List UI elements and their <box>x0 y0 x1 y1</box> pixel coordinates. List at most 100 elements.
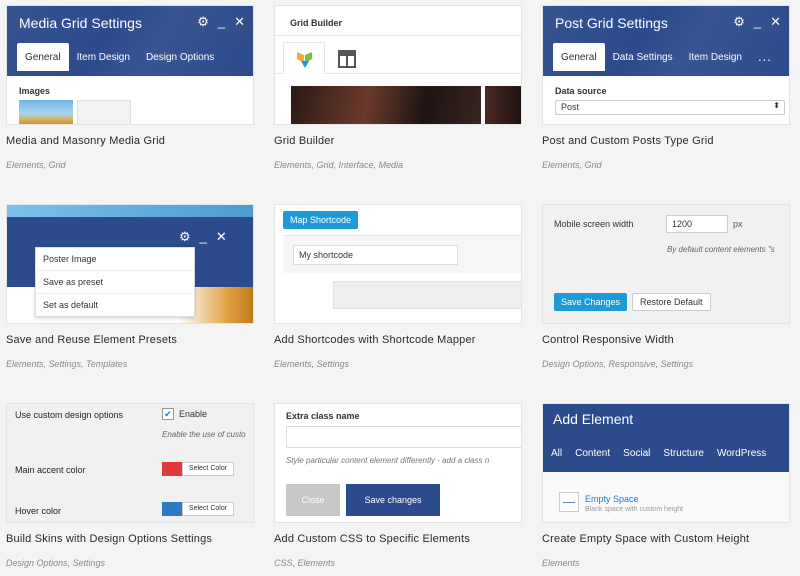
minimize-icon[interactable]: _ <box>218 15 225 29</box>
card-element-presets[interactable]: ⚙ _ ✕ Poster Image Save as preset Set as… <box>6 204 254 369</box>
accent-color-swatch[interactable] <box>162 462 182 476</box>
grid-image <box>485 86 521 124</box>
image-thumbnail[interactable] <box>19 100 73 124</box>
card-thumbnail[interactable]: Post Grid Settings ⚙ _ ✕ General Data Se… <box>542 5 790 125</box>
enable-checkbox[interactable]: ✔ <box>162 408 174 420</box>
card-tags: Elements, Grid <box>542 160 602 170</box>
tab-structure[interactable]: Structure <box>663 448 704 459</box>
card-thumbnail[interactable]: Media Grid Settings ⚙ _ ✕ General Item D… <box>6 5 254 125</box>
save-changes-button[interactable]: Save Changes <box>554 293 628 311</box>
card-thumbnail[interactable]: ⚙ _ ✕ Poster Image Save as preset Set as… <box>6 204 254 324</box>
enable-label: Enable <box>179 409 208 419</box>
select-arrows-icon: ⬍ <box>773 101 780 110</box>
mobile-width-input[interactable]: 1200 <box>666 215 728 233</box>
card-tags: Elements, Settings <box>274 359 350 369</box>
menu-item-poster-image[interactable]: Poster Image <box>36 248 194 271</box>
map-shortcode-button[interactable]: Map Shortcode <box>283 211 359 229</box>
card-title[interactable]: Control Responsive Width <box>542 334 790 346</box>
card-responsive-width[interactable]: Mobile screen width 1200 px By default c… <box>542 204 790 369</box>
gear-icon[interactable]: ⚙ <box>197 15 209 29</box>
hover-color-swatch[interactable] <box>162 502 182 516</box>
card-thumbnail[interactable]: Grid Builder <box>274 5 522 125</box>
tab-all[interactable]: All <box>551 448 562 459</box>
panel-tabs: General Item Design Design Options <box>17 43 222 71</box>
card-tags: Elements, Grid <box>6 160 66 170</box>
field-description: Style particular content element differe… <box>286 456 490 465</box>
more-tabs-icon[interactable]: ... <box>750 43 780 71</box>
card-title[interactable]: Build Skins with Design Options Settings <box>6 533 254 545</box>
close-button[interactable]: Close <box>286 484 340 516</box>
element-name[interactable]: Empty Space <box>585 494 639 504</box>
feature-grid: Media Grid Settings ⚙ _ ✕ General Item D… <box>0 0 800 576</box>
card-post-grid[interactable]: Post Grid Settings ⚙ _ ✕ General Data Se… <box>542 5 790 170</box>
card-title[interactable]: Add Custom CSS to Specific Elements <box>274 533 522 545</box>
card-custom-css[interactable]: Extra class name Style particular conten… <box>274 403 522 568</box>
panel-title: Add Element <box>553 411 634 427</box>
element-description: Blank space with custom height <box>585 506 684 513</box>
data-source-select[interactable]: Post ⬍ <box>555 100 785 115</box>
card-tags: Elements <box>542 558 580 568</box>
tab-general[interactable]: General <box>17 43 69 71</box>
card-thumbnail[interactable]: Use custom design options ✔ Enable Enabl… <box>6 403 254 523</box>
save-changes-button[interactable]: Save changes <box>346 484 440 516</box>
shortcode-name-input[interactable]: My shortcode <box>293 245 458 265</box>
card-empty-space[interactable]: Add Element All Content Social Structure… <box>542 403 790 568</box>
card-thumbnail[interactable]: Extra class name Style particular conten… <box>274 403 522 523</box>
menu-item-set-default[interactable]: Set as default <box>36 294 194 316</box>
unit-label: px <box>733 219 743 229</box>
panel-title: Media Grid Settings <box>19 15 142 31</box>
card-title[interactable]: Media and Masonry Media Grid <box>6 135 254 147</box>
accent-select-color-button[interactable]: Select Color <box>182 462 234 476</box>
hover-select-color-button[interactable]: Select Color <box>182 502 234 516</box>
card-design-skins[interactable]: Use custom design options ✔ Enable Enabl… <box>6 403 254 568</box>
card-thumbnail[interactable]: Mobile screen width 1200 px By default c… <box>542 204 790 324</box>
images-label: Images <box>19 86 51 96</box>
gear-icon[interactable]: ⚙ <box>733 15 745 29</box>
tab-item-design[interactable]: Item Design <box>681 43 750 71</box>
minimize-icon[interactable]: _ <box>754 15 761 29</box>
tab-design-options[interactable]: Design Options <box>138 43 222 71</box>
custom-design-label: Use custom design options <box>15 410 124 420</box>
restore-default-button[interactable]: Restore Default <box>632 293 711 311</box>
data-source-value: Post <box>561 102 580 112</box>
card-title[interactable]: Create Empty Space with Custom Height <box>542 533 790 545</box>
tab-layout[interactable] <box>329 42 365 74</box>
menu-item-save-preset[interactable]: Save as preset <box>36 271 194 294</box>
tab-content[interactable]: Content <box>575 448 610 459</box>
card-title[interactable]: Grid Builder <box>274 135 522 147</box>
close-icon[interactable]: ✕ <box>770 15 781 29</box>
extra-class-label: Extra class name <box>286 411 360 421</box>
card-title[interactable]: Post and Custom Posts Type Grid <box>542 135 790 147</box>
card-grid-builder[interactable]: Grid Builder Grid Builder Elements, Grid… <box>274 5 522 170</box>
gear-icon[interactable]: ⚙ <box>179 229 191 245</box>
card-shortcode-mapper[interactable]: Map Shortcode My shortcode Add Shortcode… <box>274 204 522 369</box>
tab-social[interactable]: Social <box>623 448 650 459</box>
tab-general[interactable]: General <box>553 43 605 71</box>
tab-logo[interactable] <box>283 42 325 74</box>
grid-builder-tabs <box>275 36 521 74</box>
tab-data-settings[interactable]: Data Settings <box>605 43 681 71</box>
close-icon[interactable]: ✕ <box>216 229 227 245</box>
close-icon[interactable]: ✕ <box>234 15 245 29</box>
grid-image <box>291 86 481 124</box>
enable-description: Enable the use of custo <box>162 430 246 439</box>
empty-space-icon <box>559 492 579 512</box>
card-tags: Design Options, Settings <box>6 558 106 568</box>
card-tags: Elements, Settings, Templates <box>6 359 128 369</box>
card-thumbnail[interactable]: Map Shortcode My shortcode <box>274 204 522 324</box>
card-thumbnail[interactable]: Add Element All Content Social Structure… <box>542 403 790 523</box>
vc-logo-icon <box>297 52 312 68</box>
accent-color-label: Main accent color <box>15 465 86 475</box>
shortcode-field[interactable] <box>333 281 521 309</box>
preset-menu: Poster Image Save as preset Set as defau… <box>35 247 195 317</box>
card-tags: Elements, Grid, Interface, Media <box>274 160 404 170</box>
card-media-grid[interactable]: Media Grid Settings ⚙ _ ✕ General Item D… <box>6 5 254 170</box>
extra-class-input[interactable] <box>286 426 521 448</box>
tab-item-design[interactable]: Item Design <box>69 43 138 71</box>
image-placeholder[interactable] <box>77 100 131 124</box>
tab-wordpress[interactable]: WordPress <box>717 448 766 459</box>
card-title[interactable]: Save and Reuse Element Presets <box>6 334 254 346</box>
minimize-icon[interactable]: _ <box>200 229 207 245</box>
card-title[interactable]: Add Shortcodes with Shortcode Mapper <box>274 334 522 346</box>
card-tags: Design Options, Responsive, Settings <box>542 359 694 369</box>
